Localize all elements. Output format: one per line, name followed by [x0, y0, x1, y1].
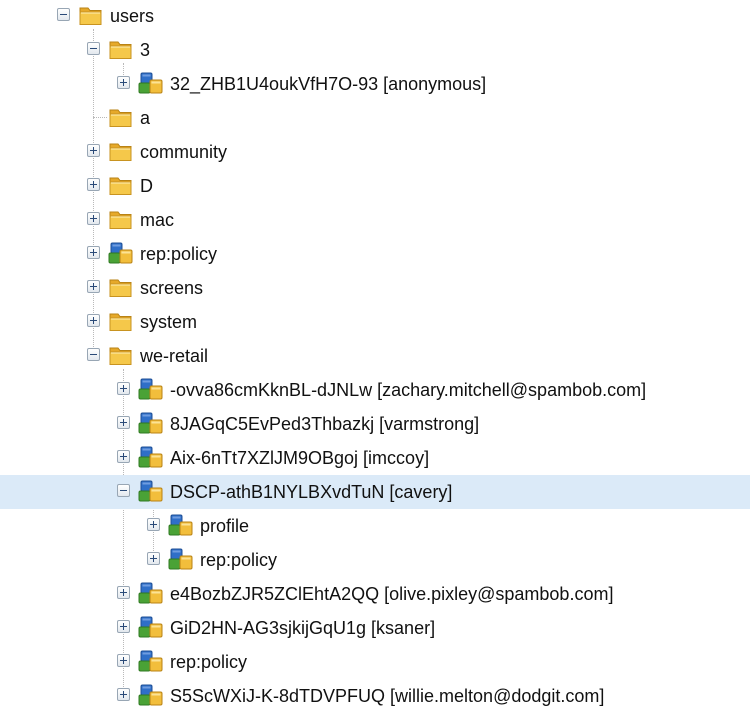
tree-node-dscp-athb1nylbxvdtun-cavery[interactable]: DSCP-athB1NYLBXvdTuN [cavery]	[0, 475, 750, 509]
user-node-icon	[168, 547, 194, 571]
collapse-toggle-icon[interactable]	[117, 484, 130, 497]
tree-node-32-zhb1u4oukvfh7o-93-anonymous[interactable]: 32_ZHB1U4oukVfH7O-93 [anonymous]	[0, 67, 750, 101]
folder-icon	[108, 207, 134, 231]
expand-toggle-icon[interactable]	[87, 178, 100, 191]
folder-icon	[108, 275, 134, 299]
expand-toggle-icon[interactable]	[87, 212, 100, 225]
expand-toggle-icon[interactable]	[87, 144, 100, 157]
expand-toggle-icon[interactable]	[117, 688, 130, 701]
user-node-icon	[138, 411, 164, 435]
collapse-toggle-icon[interactable]	[57, 8, 70, 21]
tree-node-label: profile	[200, 516, 250, 536]
tree-node-label: system	[140, 312, 198, 332]
tree-node-label: 8JAGqC5EvPed3Thbazkj [varmstrong]	[170, 414, 480, 434]
tree-node-profile[interactable]: profile	[0, 509, 750, 543]
tree-node-label: -ovva86cmKknBL-dJNLw [zachary.mitchell@s…	[170, 380, 647, 400]
expand-toggle-icon[interactable]	[87, 246, 100, 259]
user-node-icon	[138, 445, 164, 469]
tree-node-label: rep:policy	[140, 244, 218, 264]
tree-node-label: community	[140, 142, 228, 162]
tree-node-we-retail[interactable]: we-retail	[0, 339, 750, 373]
expand-toggle-icon[interactable]	[117, 382, 130, 395]
tree-node-label: 3	[140, 40, 151, 60]
user-node-icon	[138, 581, 164, 605]
tree-node-label: 32_ZHB1U4oukVfH7O-93 [anonymous]	[170, 74, 487, 94]
tree-node-label: rep:policy	[200, 550, 278, 570]
collapse-toggle-icon[interactable]	[87, 348, 100, 361]
expand-toggle-icon[interactable]	[117, 586, 130, 599]
tree-node-label: mac	[140, 210, 175, 230]
user-node-icon	[138, 649, 164, 673]
user-node-icon	[138, 615, 164, 639]
tree-node-rep-policy[interactable]: rep:policy	[0, 237, 750, 271]
repository-tree: users 3 32_ZHB1U4oukVfH7O-93 [anonymous] a c…	[0, 0, 750, 714]
tree-node-rep-policy[interactable]: rep:policy	[0, 645, 750, 679]
folder-icon	[108, 309, 134, 333]
tree-node-screens[interactable]: screens	[0, 271, 750, 305]
tree-node-label: GiD2HN-AG3sjkijGqU1g [ksaner]	[170, 618, 436, 638]
tree-node-rep-policy[interactable]: rep:policy	[0, 543, 750, 577]
user-node-icon	[138, 71, 164, 95]
tree-node-aix-6ntt7xzljm9obgoj-imccoy[interactable]: Aix-6nTt7XZlJM9OBgoj [imccoy]	[0, 441, 750, 475]
tree-node-label: we-retail	[140, 346, 209, 366]
tree-node-mac[interactable]: mac	[0, 203, 750, 237]
expand-toggle-icon[interactable]	[117, 620, 130, 633]
tree-node-label: S5ScWXiJ-K-8dTDVPFUQ [willie.melton@dodg…	[170, 686, 605, 706]
tree-node-community[interactable]: community	[0, 135, 750, 169]
tree-node-a[interactable]: a	[0, 101, 750, 135]
tree-node-users[interactable]: users	[0, 0, 750, 33]
expand-toggle-icon[interactable]	[87, 314, 100, 327]
collapse-toggle-icon[interactable]	[87, 42, 100, 55]
folder-icon	[108, 37, 134, 61]
tree-node-label: Aix-6nTt7XZlJM9OBgoj [imccoy]	[170, 448, 430, 468]
expand-toggle-icon[interactable]	[147, 552, 160, 565]
tree-node-label: screens	[140, 278, 204, 298]
tree-node-8jagqc5evped3thbazkj-varmstrong[interactable]: 8JAGqC5EvPed3Thbazkj [varmstrong]	[0, 407, 750, 441]
expand-toggle-icon[interactable]	[117, 450, 130, 463]
folder-icon	[108, 173, 134, 197]
tree-node-e4bozbzjr5zclehta2qq-olive-pixley-spambo[interactable]: e4BozbZJR5ZClEhtA2QQ [olive.pixley@spamb…	[0, 577, 750, 611]
expand-toggle-icon[interactable]	[87, 280, 100, 293]
folder-icon	[108, 343, 134, 367]
tree-node-system[interactable]: system	[0, 305, 750, 339]
tree-node-label: DSCP-athB1NYLBXvdTuN [cavery]	[170, 482, 453, 502]
user-node-icon	[138, 683, 164, 707]
tree-node-label: D	[140, 176, 153, 196]
tree-node-d[interactable]: D	[0, 169, 750, 203]
expand-toggle-icon[interactable]	[117, 654, 130, 667]
tree-node-label: rep:policy	[170, 652, 248, 672]
user-node-icon	[108, 241, 134, 265]
tree-node-label: a	[140, 108, 151, 128]
expand-toggle-icon[interactable]	[147, 518, 160, 531]
tree-node-s5scwxij-k-8dtdvpfuq-willie-melton-dodgi[interactable]: S5ScWXiJ-K-8dTDVPFUQ [willie.melton@dodg…	[0, 679, 750, 713]
expand-toggle-icon[interactable]	[117, 416, 130, 429]
tree-node-label: e4BozbZJR5ZClEhtA2QQ [olive.pixley@spamb…	[170, 584, 614, 604]
folder-icon	[78, 3, 104, 27]
tree-node-gid2hn-ag3sjkijgqu1g-ksaner[interactable]: GiD2HN-AG3sjkijGqU1g [ksaner]	[0, 611, 750, 645]
expand-toggle-icon[interactable]	[117, 76, 130, 89]
tree-node-ovva86cmkknbl-djnlw-zachary-mitchell-spa[interactable]: -ovva86cmKknBL-dJNLw [zachary.mitchell@s…	[0, 373, 750, 407]
user-node-icon	[138, 479, 164, 503]
tree-node-label: users	[110, 6, 155, 26]
folder-icon	[108, 105, 134, 129]
folder-icon	[108, 139, 134, 163]
user-node-icon	[168, 513, 194, 537]
user-node-icon	[138, 377, 164, 401]
tree-node-3[interactable]: 3	[0, 33, 750, 67]
